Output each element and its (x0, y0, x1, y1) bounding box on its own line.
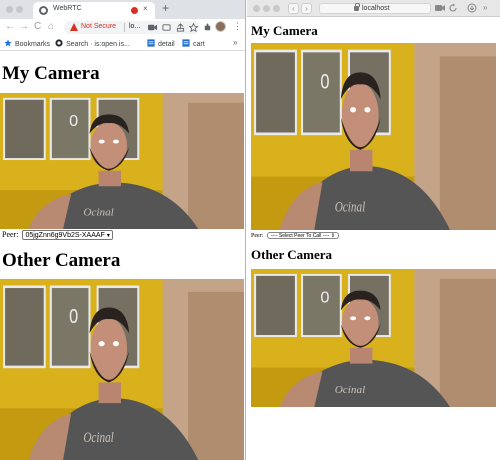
lock-icon (354, 3, 360, 11)
github-icon (55, 39, 63, 47)
chevron-down-icon: ▾ (106, 233, 110, 240)
safari-window: ‹ › localhost » My Camera Peer: ---- Sel… (247, 0, 500, 460)
safari-toolbar: ‹ › localhost » (247, 0, 500, 17)
peer-select-value: 05jgZnn6g9Vb2S-XAAAF (25, 232, 105, 240)
bookmark-item-bookmarks[interactable]: Bookmarks (4, 39, 50, 48)
address-bar[interactable]: Not Secure lo... (64, 21, 200, 34)
address-divider (124, 23, 125, 32)
url-text[interactable]: localhost (362, 5, 390, 12)
minimize-window-button[interactable] (16, 6, 23, 13)
bookmark-item-cart[interactable]: cart (182, 39, 205, 48)
other-camera-video (0, 279, 244, 460)
bookmarks-bar: Bookmarks Search · is:open is... detail … (0, 36, 245, 51)
other-camera-heading: Other Camera (251, 247, 332, 262)
warning-icon (70, 23, 78, 31)
bookmark-label: Bookmarks (15, 41, 51, 48)
page-icon (147, 39, 155, 47)
other-camera-video (251, 269, 496, 407)
reload-icon[interactable] (448, 3, 458, 13)
peer-select[interactable]: ---- Select Peer To Call ---- ⇕ (266, 232, 339, 239)
tab-webrtc[interactable]: WebRTC × (33, 2, 155, 19)
peer-label: Peer: (251, 232, 264, 239)
peer-row: Peer: 05jgZnn6g9Vb2S-XAAAF ▾ (2, 230, 113, 241)
avatar[interactable] (215, 21, 226, 32)
cast-icon[interactable] (162, 23, 171, 32)
forward-button[interactable]: → (19, 21, 29, 33)
bookmark-item-github-search[interactable]: Search · is:open is... (55, 39, 130, 48)
back-button[interactable]: ‹ (288, 3, 299, 14)
tab-title: WebRTC (53, 5, 82, 12)
tab-strip: WebRTC × + (0, 0, 245, 19)
peer-row: Peer: ---- Select Peer To Call ---- ⇕ (251, 232, 339, 239)
bookmarks-overflow-button[interactable]: » (233, 38, 237, 47)
bookmark-item-detail[interactable]: detail (147, 39, 175, 48)
chrome-window: WebRTC × + ← → C ⌂ Not Secure lo... ⋮ Bo… (0, 0, 246, 460)
minimize-window-button[interactable] (263, 5, 270, 12)
not-secure-label[interactable]: Not Secure (81, 23, 116, 30)
toolbar-overflow-button[interactable]: » (483, 3, 487, 13)
share-icon[interactable] (176, 23, 185, 32)
tab-close-button[interactable]: × (143, 4, 148, 13)
page-content: My Camera Peer: ---- Select Peer To Call… (247, 17, 500, 460)
close-window-button[interactable] (6, 6, 13, 13)
bookmark-label: cart (193, 41, 205, 48)
star-icon (4, 39, 12, 47)
chrome-menu-button[interactable]: ⋮ (233, 20, 242, 32)
new-tab-button[interactable]: + (162, 1, 169, 15)
bookmark-label: Search · is:open is... (66, 41, 130, 48)
my-camera-heading: My Camera (2, 63, 100, 84)
peer-select[interactable]: 05jgZnn6g9Vb2S-XAAAF ▾ (22, 230, 113, 241)
bookmark-label: detail (158, 41, 175, 48)
home-button[interactable]: ⌂ (48, 21, 54, 33)
url-text[interactable]: lo... (129, 23, 140, 30)
zoom-window-button[interactable] (273, 5, 280, 12)
peer-select-value: ---- Select Peer To Call ---- (270, 233, 330, 239)
forward-button[interactable]: › (301, 3, 312, 14)
camera-icon[interactable] (148, 23, 157, 32)
close-window-button[interactable] (253, 5, 260, 12)
my-camera-video (0, 93, 244, 229)
extensions-icon[interactable] (203, 23, 212, 32)
back-button[interactable]: ← (5, 21, 15, 33)
my-camera-heading: My Camera (251, 23, 318, 38)
other-camera-heading: Other Camera (2, 250, 121, 271)
my-camera-video (251, 43, 496, 230)
peer-label: Peer: (2, 230, 19, 239)
camera-icon[interactable] (435, 3, 445, 13)
recording-icon (131, 7, 138, 14)
browser-toolbar: ← → C ⌂ Not Secure lo... ⋮ (0, 19, 245, 36)
page-content: My Camera Peer: 05jgZnn6g9Vb2S-XAAAF ▾ Ot… (0, 51, 245, 460)
star-bookmark-icon[interactable] (189, 23, 198, 32)
address-bar[interactable]: localhost (319, 3, 431, 14)
page-icon (182, 39, 190, 47)
downloads-icon[interactable] (467, 3, 477, 13)
chevron-down-icon: ⇕ (329, 233, 335, 239)
globe-icon (39, 6, 48, 15)
reload-button[interactable]: C (34, 21, 41, 33)
